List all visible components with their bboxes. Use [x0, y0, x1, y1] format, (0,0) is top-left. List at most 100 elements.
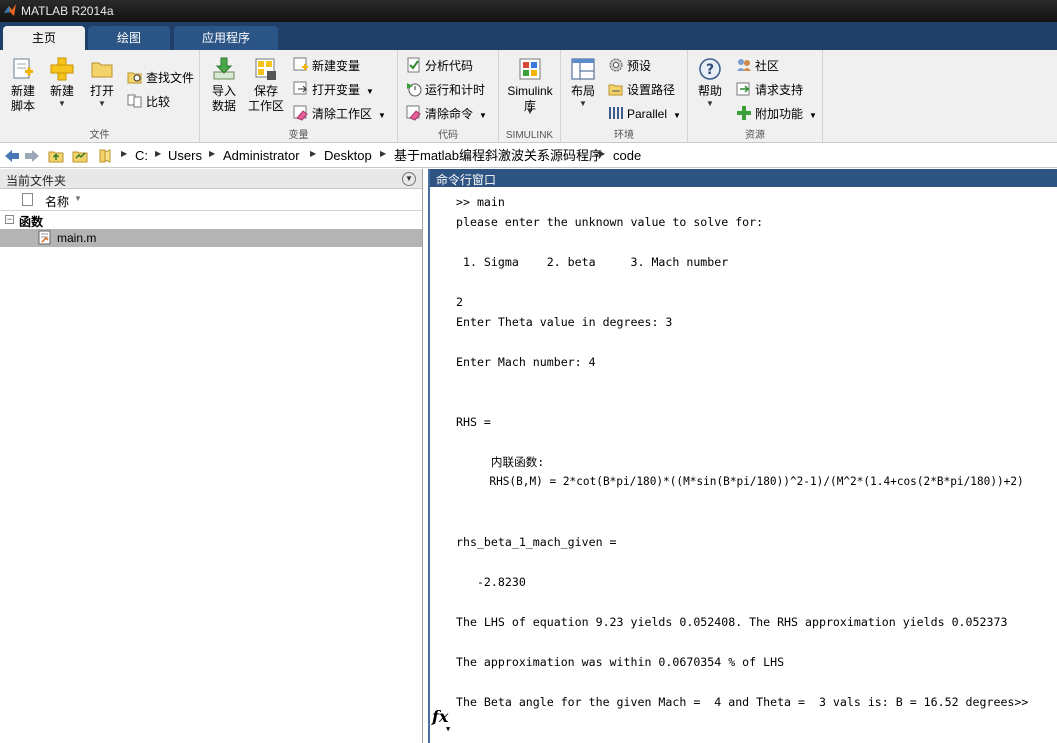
panel-menu-icon[interactable]: ▼ — [402, 172, 416, 186]
eraser-icon — [406, 105, 421, 121]
chevron-down-icon: ▼ — [673, 111, 681, 120]
code-group-label: 代码 — [438, 130, 458, 141]
breadcrumb-separator-icon: ▶ — [599, 149, 606, 158]
clear-workspace-button[interactable]: 清除工作区 ▼ — [293, 104, 386, 124]
chevron-down-icon: ▼ — [58, 99, 66, 108]
resources-group: ? 帮助 ▼ 社区 请求支持 附加功能 ▼ 资源 — [688, 50, 823, 143]
breadcrumb-item[interactable]: Administrator — [223, 148, 300, 164]
file-item-main-m[interactable]: main.m — [0, 229, 422, 247]
variable-group-label: 变量 — [288, 130, 309, 141]
current-folder-title: 当前文件夹 — [6, 174, 67, 188]
analyze-code-icon — [407, 57, 420, 73]
tab-home[interactable]: 主页 — [3, 26, 85, 50]
layout-button[interactable]: 布局 ▼ — [567, 56, 599, 108]
request-support-button[interactable]: 请求支持 — [736, 80, 803, 100]
find-files-button[interactable]: 查找文件 — [127, 68, 194, 88]
chevron-down-icon: ▼ — [526, 107, 534, 116]
open-variable-button[interactable]: 打开变量 ▼ — [293, 80, 374, 100]
function-browser-icon[interactable]: fx — [432, 707, 448, 726]
command-window-header: 命令行窗口 — [430, 169, 1057, 187]
current-folder-panel: 当前文件夹 ▼ 名称 ▼ − 函数 main.m — [0, 169, 423, 743]
output-line: The LHS of equation 9.23 yields 0.052408… — [456, 615, 1008, 629]
help-button[interactable]: ? 帮助 ▼ — [694, 56, 726, 108]
breadcrumb-separator-icon: ▶ — [209, 149, 216, 158]
output-line: RHS = — [456, 415, 491, 429]
file-name: main.m — [57, 231, 97, 245]
forward-arrow-icon[interactable] — [24, 148, 40, 164]
tab-apps[interactable]: 应用程序 — [174, 26, 278, 50]
clear-commands-button[interactable]: 清除命令 ▼ — [406, 104, 487, 124]
folder-icon — [91, 62, 113, 78]
breadcrumb-item[interactable]: 基于matlab编程斜激波关系源码程序 — [394, 148, 602, 164]
new-script-button[interactable]: 新建 脚本 — [6, 56, 40, 114]
output-line: 内联函数: — [456, 455, 545, 469]
output-line: -2.8230 — [456, 575, 526, 589]
tab-plots[interactable]: 绘图 — [88, 26, 170, 50]
request-support-icon — [736, 82, 750, 96]
gear-icon — [609, 58, 623, 72]
file-type-icon — [22, 193, 33, 206]
import-data-button[interactable]: 导入 数据 — [208, 56, 240, 114]
find-files-icon — [127, 72, 142, 84]
environment-group: 布局 ▼ 预设 设置路径 Parallel ▼ 环境 — [561, 50, 688, 143]
output-line: RHS(B,M) = 2*cot(B*pi/180)*((M*sin(B*pi/… — [456, 475, 1024, 488]
output-line: 2 — [456, 295, 463, 309]
breadcrumb-item[interactable]: C: — [135, 148, 148, 164]
folder-icon — [99, 149, 111, 163]
output-line: rhs_beta_1_mach_given = — [456, 535, 617, 549]
functions-group[interactable]: − 函数 — [0, 211, 422, 229]
analyze-code-button[interactable]: 分析代码 — [406, 56, 473, 76]
eraser-icon — [293, 105, 308, 121]
new-script-icon — [13, 58, 33, 79]
window-title: MATLAB R2014a — [21, 4, 114, 18]
help-icon: ? — [699, 58, 721, 80]
breadcrumb-separator-icon: ▶ — [310, 149, 317, 158]
command-window-title: 命令行窗口 — [436, 173, 497, 187]
run-and-time-button[interactable]: 运行和计时 — [406, 80, 485, 100]
breadcrumb-separator-icon: ▶ — [380, 149, 387, 158]
breadcrumb-item[interactable]: code — [613, 148, 641, 164]
chevron-down-icon: ▼ — [479, 111, 487, 120]
output-line: please enter the unknown value to solve … — [456, 215, 764, 229]
chevron-down-icon: ▼ — [98, 99, 106, 108]
open-button[interactable]: 打开 ▼ — [86, 56, 118, 108]
resources-group-label: 资源 — [745, 130, 765, 141]
parallel-icon — [609, 107, 623, 119]
environment-group-label: 环境 — [614, 130, 634, 141]
output-line: The Beta angle for the given Mach = 4 an… — [456, 695, 1029, 709]
new-variable-button[interactable]: 新建变量 — [293, 56, 360, 76]
file-list-column-header[interactable]: 名称 ▼ — [0, 189, 422, 211]
set-path-icon — [608, 84, 623, 96]
set-path-button[interactable]: 设置路径 — [608, 80, 675, 100]
compare-icon — [127, 94, 142, 108]
chevron-down-icon: ▼ — [366, 87, 374, 96]
preferences-button[interactable]: 预设 — [608, 56, 651, 76]
chevron-down-icon: ▼ — [378, 111, 386, 120]
breadcrumb-item[interactable]: Users — [168, 148, 202, 164]
add-ons-icon — [737, 106, 751, 120]
compare-button[interactable]: 比较 — [127, 92, 170, 112]
open-variable-icon — [293, 81, 308, 95]
functions-group-label: 函数 — [19, 215, 44, 229]
ribbon-tabs: 主页 绘图 应用程序 — [0, 22, 1057, 50]
command-window-output[interactable]: >> main please enter the unknown value t… — [430, 187, 1057, 743]
add-ons-button[interactable]: 附加功能 ▼ — [736, 104, 817, 124]
up-folder-icon[interactable] — [48, 148, 64, 164]
collapse-icon[interactable]: − — [5, 215, 14, 224]
svg-text:?: ? — [706, 62, 714, 78]
back-arrow-icon[interactable] — [4, 148, 20, 164]
name-column-label: 名称 — [45, 195, 70, 209]
ribbon: 新建 脚本 新建 ▼ 打开 ▼ 查找文件 比较 文件 导入 数据 保存 工作区 … — [0, 50, 1057, 143]
output-line: Enter Mach number: 4 — [456, 355, 596, 369]
simulink-library-button[interactable]: Simulink 库 ▼ — [503, 56, 557, 116]
community-button[interactable]: 社区 — [736, 56, 779, 76]
breadcrumb-item[interactable]: Desktop — [324, 148, 372, 164]
m-file-icon — [38, 230, 51, 245]
output-line: >> main — [456, 195, 505, 209]
title-bar: MATLAB R2014a — [0, 0, 1057, 22]
save-workspace-button[interactable]: 保存 工作区 — [246, 56, 286, 114]
browse-folder-icon[interactable] — [72, 148, 88, 164]
variable-group: 导入 数据 保存 工作区 新建变量 打开变量 ▼ 清除工作区 ▼ 变量 — [200, 50, 398, 143]
parallel-button[interactable]: Parallel ▼ — [608, 104, 681, 124]
new-button[interactable]: 新建 ▼ — [46, 56, 78, 108]
